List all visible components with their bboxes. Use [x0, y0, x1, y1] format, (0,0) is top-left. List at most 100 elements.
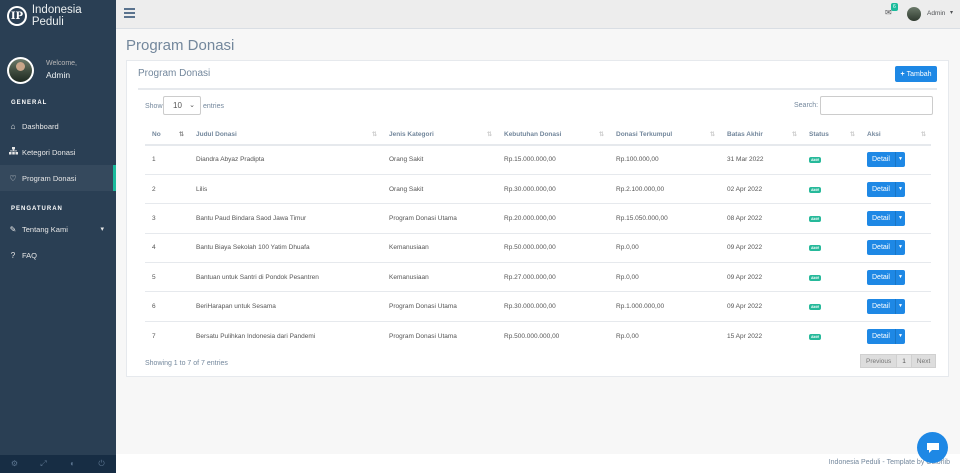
hand-heart-icon: ♡: [9, 173, 17, 183]
status-badge: Aktif: [809, 333, 821, 340]
caret-down-icon[interactable]: ▼: [895, 152, 905, 168]
fullscreen-icon[interactable]: ⤢: [29, 455, 58, 473]
cell-kebutuhan: Rp.500.000.000,00: [497, 320, 609, 351]
cell-no: 1: [145, 144, 189, 175]
caret-down-icon[interactable]: ▼: [895, 269, 905, 285]
profile-name: Admin: [46, 70, 71, 80]
detail-button[interactable]: Detail ▼: [867, 152, 905, 168]
sort-icon: ⇅: [371, 132, 377, 138]
sidebar-item-tentang-kami[interactable]: ✎ Tentang Kami ▾: [0, 216, 116, 242]
sidebar-footer: ⚙ ⤢ ◐ ⏻: [0, 455, 116, 473]
detail-button[interactable]: Detail ▼: [867, 240, 905, 256]
sort-asc-icon: ⇅: [178, 132, 184, 138]
cell-kategori: Program Donasi Utama: [382, 291, 497, 322]
cell-batas: 09 Apr 2022: [720, 262, 802, 292]
cell-kebutuhan: Rp.15.000.000,00: [497, 144, 609, 175]
cell-kebutuhan: Rp.27.000.000,00: [497, 262, 609, 292]
cell-status: Aktif: [802, 291, 860, 322]
cell-terkumpul: Rp.100.000,00: [609, 144, 720, 175]
cell-aksi: Detail ▼: [860, 203, 931, 234]
caret-down-icon[interactable]: ▾: [950, 9, 953, 16]
menu-toggle-icon[interactable]: [124, 8, 135, 20]
cell-terkumpul: Rp.1.000.000,00: [609, 291, 720, 322]
show-label: Show: [145, 103, 163, 110]
pagination-page-1[interactable]: 1: [896, 354, 912, 368]
sidebar-item-dashboard[interactable]: ⌂ Dashboard: [0, 113, 116, 139]
status-badge: Aktif: [809, 157, 821, 164]
detail-button[interactable]: Detail ▼: [867, 299, 905, 315]
cell-aksi: Detail ▼: [860, 320, 931, 351]
column-header-batas[interactable]: Batas Akhir ⇅: [720, 124, 802, 146]
pagination-previous[interactable]: Previous: [860, 354, 898, 368]
sort-icon: ⇅: [709, 132, 715, 138]
user-menu[interactable]: Admin: [927, 10, 945, 17]
page-title: Program Donasi: [126, 37, 235, 54]
brand[interactable]: IP Indonesia Peduli: [0, 0, 116, 32]
question-icon: ?: [10, 250, 16, 260]
column-header-status[interactable]: Status ⇅: [802, 124, 860, 146]
sidebar: IP Indonesia Peduli Welcome, Admin GENER…: [0, 0, 116, 473]
chevron-down-icon: ⌄: [189, 102, 195, 109]
status-badge: Aktif: [809, 274, 821, 281]
brand-name: Indonesia Peduli: [31, 4, 82, 28]
sidebar-item-label: FAQ: [22, 250, 38, 260]
detail-button[interactable]: Detail ▼: [867, 210, 905, 226]
caret-down-icon[interactable]: ▼: [895, 181, 905, 197]
pagination: Previous 1 Next: [860, 354, 937, 368]
caret-down-icon[interactable]: ▼: [895, 328, 905, 344]
column-header-judul[interactable]: Judul Donasi ⇅: [189, 124, 382, 146]
chat-icon[interactable]: [917, 432, 948, 463]
column-header-aksi[interactable]: Aksi ⇅: [860, 124, 931, 146]
cell-no: 6: [145, 291, 189, 322]
cell-aksi: Detail ▼: [860, 144, 931, 175]
cell-kebutuhan: Rp.20.000.000,00: [497, 203, 609, 234]
cell-no: 7: [145, 320, 189, 351]
cell-status: Aktif: [802, 144, 860, 175]
cell-aksi: Detail ▼: [860, 291, 931, 322]
detail-button[interactable]: Detail ▼: [867, 269, 905, 285]
table-row: 7 Bersatu Pulihkan Indonesia dari Pandemi…: [145, 320, 931, 351]
sidebar-item-kategori-donasi[interactable]: Ketegori Donasi: [0, 139, 116, 165]
caret-down-icon[interactable]: ▼: [895, 210, 905, 226]
cell-kategori: Kemanusiaan: [382, 262, 497, 292]
detail-button-label: Detail: [872, 303, 890, 311]
add-button[interactable]: + Tambah: [895, 66, 937, 82]
cell-judul: Diandra Abyaz Pradipta: [189, 144, 382, 175]
detail-button-label: Detail: [872, 185, 890, 193]
search-input[interactable]: [820, 96, 933, 115]
sidebar-item-program-donasi[interactable]: ♡ Program Donasi: [0, 165, 116, 191]
column-header-kebutuhan[interactable]: Kebutuhan Donasi ⇅: [497, 124, 609, 146]
power-icon[interactable]: ⏻: [87, 455, 116, 473]
detail-button-label: Detail: [872, 214, 890, 222]
pagination-next[interactable]: Next: [910, 354, 937, 368]
table-row: 6 BeriHarapan untuk Sesama Program Donasi …: [145, 291, 931, 322]
detail-button[interactable]: Detail ▼: [867, 328, 905, 344]
cell-no: 4: [145, 232, 189, 263]
caret-down-icon[interactable]: ▼: [895, 240, 905, 256]
column-header-terkumpul[interactable]: Donasi Terkumpul ⇅: [609, 124, 720, 146]
sidebar-item-label: Dashboard: [22, 121, 59, 131]
eye-slash-icon[interactable]: ◐: [58, 455, 87, 473]
table-row: 3 Bantu Paud Bindara Saod Jawa Timur Progr…: [145, 203, 931, 234]
cell-aksi: Detail ▼: [860, 173, 931, 204]
column-header-kategori[interactable]: Jenis Kategori ⇅: [382, 124, 497, 146]
brand-logo-icon: IP: [7, 6, 27, 26]
cell-terkumpul: Rp.0,00: [609, 232, 720, 263]
detail-button-label: Detail: [872, 273, 890, 281]
entries-select[interactable]: 10 ⌄: [163, 96, 201, 115]
entries-label: entries: [203, 103, 225, 110]
column-header-no[interactable]: No ⇅: [145, 124, 189, 146]
home-icon: ⌂: [10, 121, 16, 131]
panel: Program Donasi + Tambah Show 10 ⌄ entrie…: [126, 60, 949, 377]
cell-judul: BeriHarapan untuk Sesama: [189, 291, 382, 322]
sort-icon: ⇅: [849, 132, 855, 138]
user-avatar[interactable]: [907, 7, 921, 21]
detail-button[interactable]: Detail ▼: [867, 181, 905, 197]
caret-down-icon[interactable]: ▼: [895, 299, 905, 315]
status-badge: Aktif: [809, 186, 821, 193]
search-label: Search:: [794, 102, 819, 109]
avatar: [7, 56, 34, 84]
sidebar-item-faq[interactable]: ? FAQ: [0, 242, 116, 268]
gear-icon[interactable]: ⚙: [0, 455, 29, 473]
cell-no: 2: [145, 173, 189, 204]
